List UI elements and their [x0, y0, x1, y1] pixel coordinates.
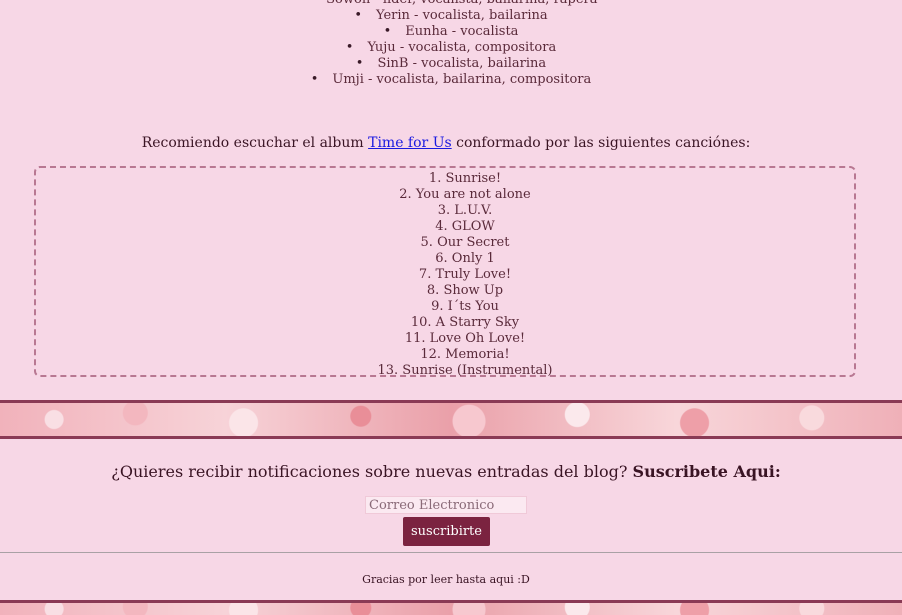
track-item: 8. Show Up	[426, 283, 504, 298]
cherry-blossom-banner	[0, 400, 902, 439]
track-item: 11. Love Oh Love!	[404, 331, 526, 346]
subscribe-prompt: ¿Quieres recibir notificaciones sobre nu…	[0, 462, 892, 481]
member-item: Umji - vocalista, bailarina, compositora	[0, 72, 902, 88]
recommend-prefix: Recomiendo escuchar el album	[141, 135, 364, 151]
member-item: Yerin - vocalista, bailarina	[0, 8, 902, 24]
tracklist-box: 1. Sunrise! 2. You are not alone 3. L.U.…	[34, 166, 856, 378]
members-list: Sowon - líder, vocalista, bailarina, rap…	[0, 0, 902, 88]
email-input[interactable]	[365, 496, 527, 514]
member-item: Yuju - vocalista, compositora	[0, 40, 902, 56]
member-item: Eunha - vocalista	[0, 24, 902, 40]
track-item: 13. Sunrise (Instrumental)	[377, 363, 553, 378]
track-item: 10. A Starry Sky	[410, 315, 520, 330]
subscribe-button[interactable]: suscribirte	[403, 517, 490, 546]
member-item: Sowon - líder, vocalista, bailarina, rap…	[0, 0, 902, 8]
track-item: 4. GLOW	[435, 219, 495, 234]
album-link[interactable]: Time for Us	[368, 135, 452, 151]
album-recommendation: Recomiendo escuchar el album Time for Us…	[0, 135, 892, 151]
track-item: 5. Our Secret	[420, 235, 510, 250]
track-item: 12. Memoria!	[420, 347, 510, 362]
member-item: SinB - vocalista, bailarina	[0, 56, 902, 72]
track-item: 7. Truly Love!	[418, 267, 512, 282]
track-item: 3. L.U.V.	[437, 203, 493, 218]
subscribe-question: ¿Quieres recibir notificaciones sobre nu…	[111, 462, 628, 481]
track-item: 1. Sunrise!	[428, 171, 502, 186]
footer-divider	[0, 552, 902, 553]
footer-thanks: Gracias por leer hasta aqui :D	[362, 573, 530, 586]
track-item: 9. I´ts You	[431, 299, 499, 314]
subscribe-cta: Suscribete Aqui:	[632, 462, 781, 481]
recommend-suffix: conformado por las siguientes canciónes:	[456, 135, 751, 151]
track-item: 6. Only 1	[435, 251, 495, 266]
track-item: 2. You are not alone	[399, 187, 531, 202]
